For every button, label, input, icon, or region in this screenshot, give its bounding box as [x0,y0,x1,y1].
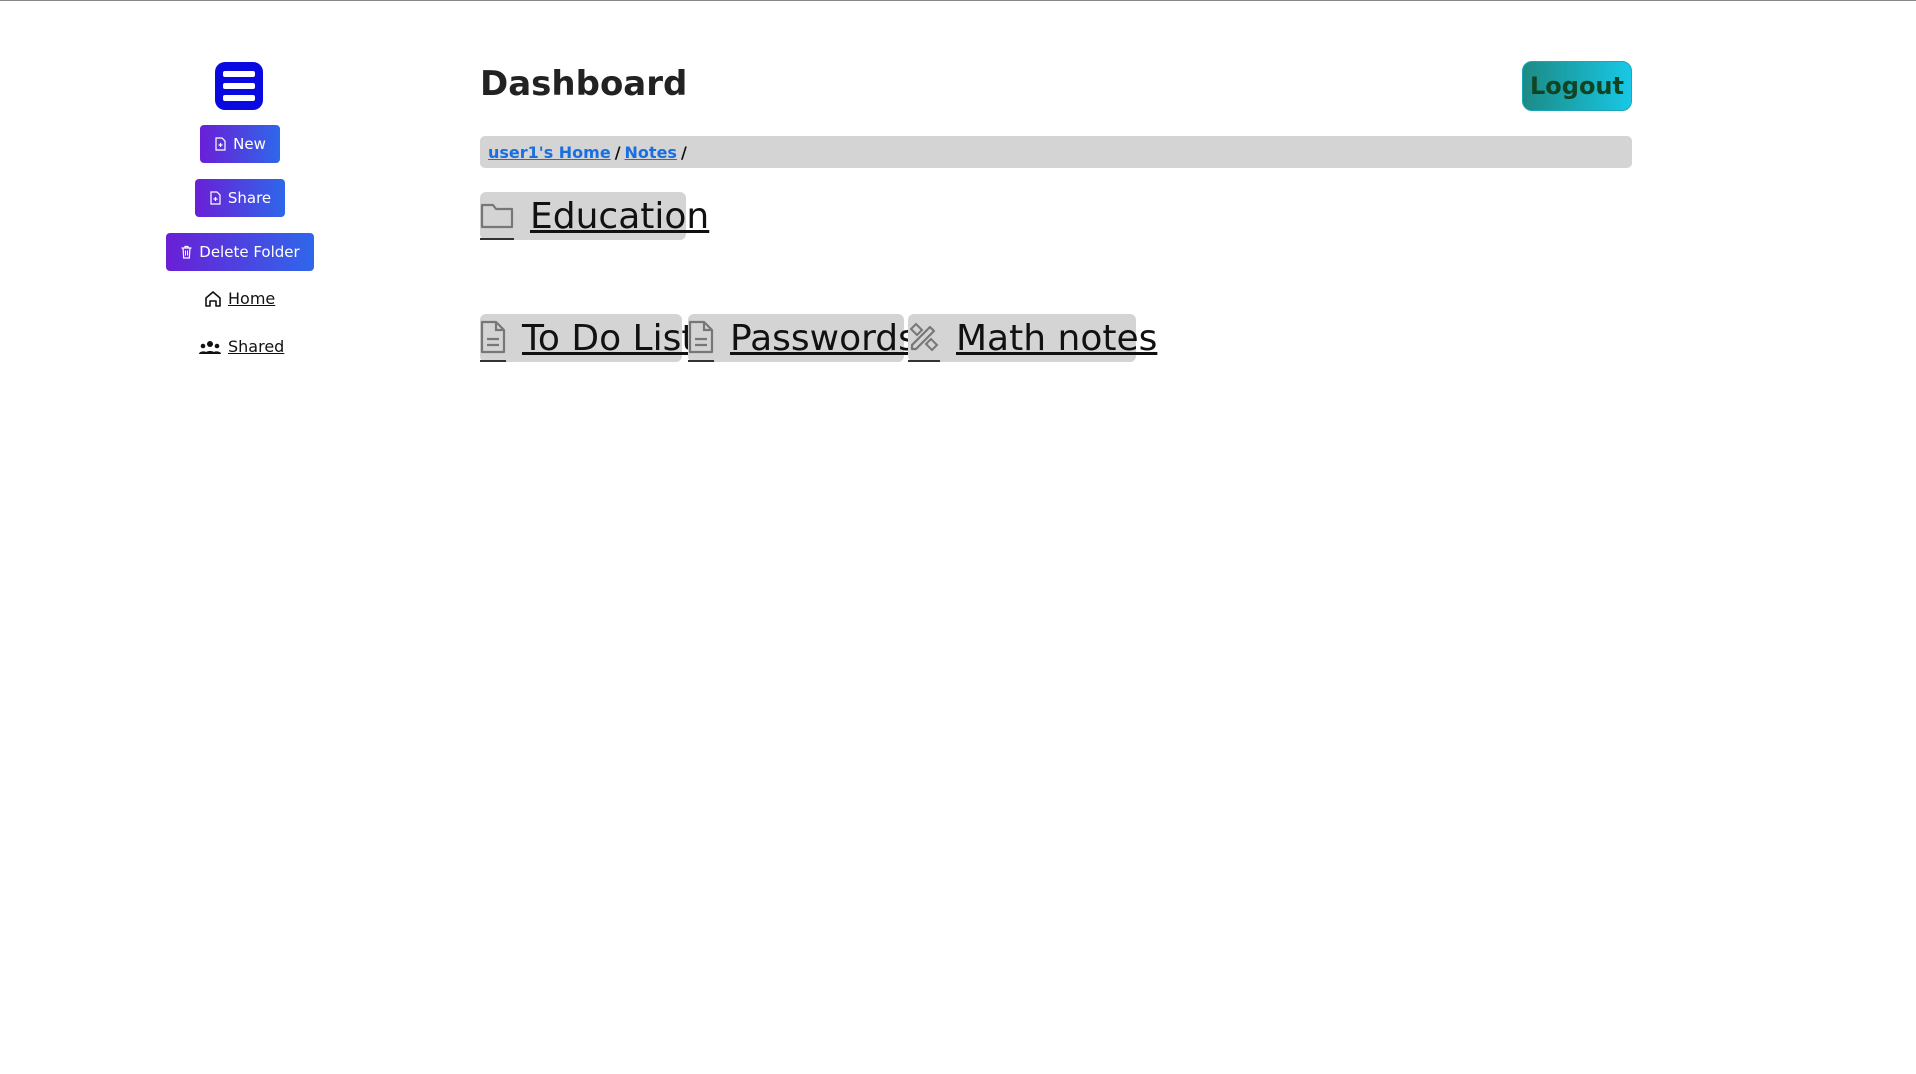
pencil-ruler-icon [908,314,940,362]
share-file-icon [210,191,221,205]
page-title: Dashboard [480,64,688,104]
breadcrumb-separator: / [680,142,687,162]
breadcrumb-separator: / [614,142,621,162]
sidebar-item-home-label: Home [228,289,276,308]
delete-folder-button-label: Delete Folder [199,243,300,261]
file-item-label: Passwords [730,317,917,359]
document-icon [688,314,714,362]
folder-icon [480,192,514,240]
file-item[interactable]: Passwords [688,314,917,362]
share-button[interactable]: Share [195,179,285,217]
app-logo-icon[interactable] [215,62,263,110]
document-icon [480,314,506,362]
file-item[interactable]: Math notes [908,314,1157,362]
file-item-label: Math notes [956,317,1158,359]
breadcrumb: user1's Home / Notes / [480,136,1632,168]
breadcrumb-link-home[interactable]: user1's Home [488,143,611,162]
trash-icon [181,245,192,259]
sidebar-item-home[interactable]: Home [204,289,275,308]
file-item-label: To Do List [522,317,696,359]
file-item[interactable]: To Do List [480,314,695,362]
home-icon [205,291,221,307]
folder-item-label: Education [530,195,710,237]
new-button[interactable]: New [200,125,280,163]
share-button-label: Share [227,189,272,207]
sidebar-item-shared-label: Shared [228,337,285,356]
delete-folder-button[interactable]: Delete Folder [166,233,314,271]
breadcrumb-link-notes[interactable]: Notes [625,143,677,162]
new-file-icon [215,137,226,151]
users-icon [199,341,221,354]
sidebar-item-shared[interactable]: Shared [198,337,284,356]
logout-button[interactable]: Logout [1522,61,1632,111]
new-button-label: New [233,135,266,153]
folder-item[interactable]: Education [480,192,709,240]
